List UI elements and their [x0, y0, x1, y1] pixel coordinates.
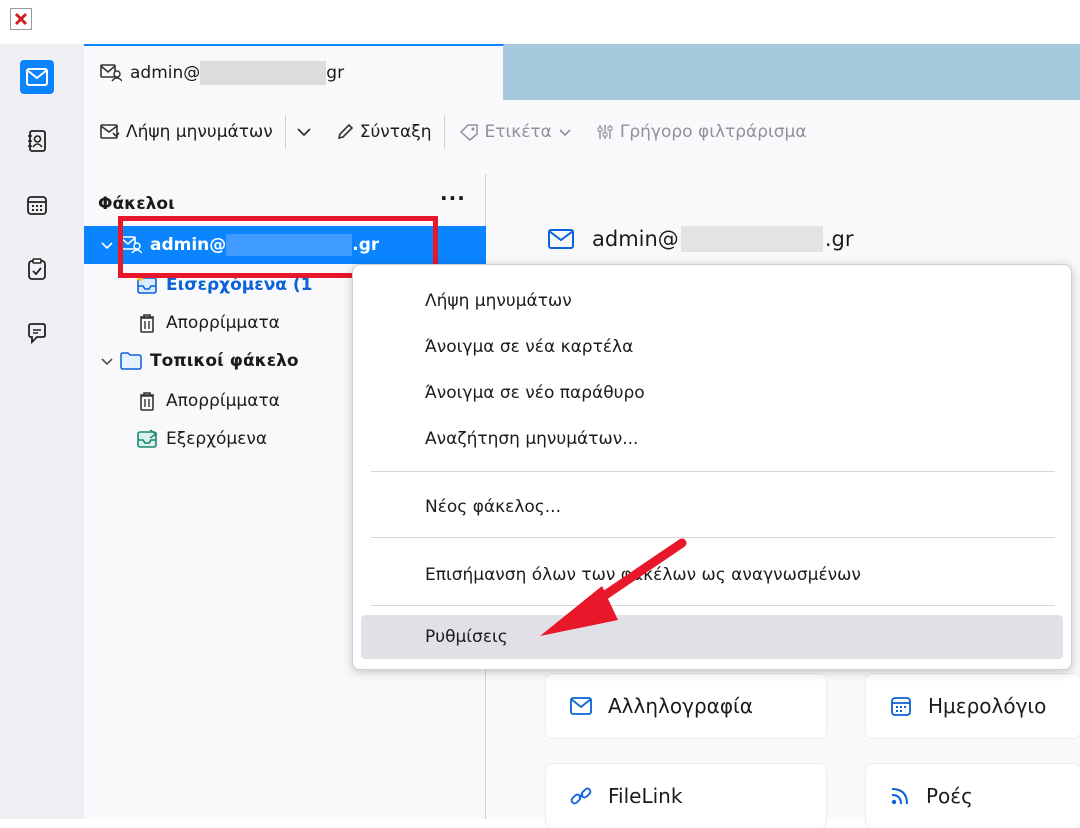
compose-button[interactable]: Σύνταξη — [336, 112, 432, 152]
get-messages-dropdown[interactable] — [296, 112, 312, 152]
mail-icon — [570, 697, 592, 715]
account-central-title: admin@ .gr — [548, 226, 853, 252]
trash-label: Απορρίμματα — [166, 313, 280, 333]
mail-icon — [548, 229, 574, 249]
quick-filter-label: Γρήγορο φιλτράρισμα — [619, 122, 807, 142]
menu-item-mark-all-read[interactable]: Επισήμανση όλων των φακέλων ως αναγνωσμέ… — [361, 555, 1063, 595]
tab-title-suffix: gr — [326, 63, 345, 83]
pencil-icon — [337, 123, 353, 140]
calendar-card[interactable]: Ημερολόγιο — [866, 674, 1080, 738]
mail-icon — [26, 68, 48, 86]
menu-item-open-new-window[interactable]: Άνοιγμα σε νέο παράθυρο — [361, 373, 1063, 413]
tab-strip: admin@ gr — [84, 44, 1080, 100]
spaces-toolbar — [0, 44, 84, 819]
menu-separator — [371, 471, 1055, 472]
filelink-card[interactable]: FileLink — [546, 764, 826, 828]
tab-title-prefix: admin@ — [130, 63, 201, 83]
account-central-title-prefix: admin@ — [592, 227, 679, 251]
tab-title: admin@ gr — [130, 61, 344, 85]
inbox-label: Εισερχόμενα (1 — [166, 275, 313, 295]
calendar-card-label: Ημερολόγιο — [928, 694, 1047, 718]
menu-item-new-folder[interactable]: Νέος φάκελος... — [361, 487, 1063, 527]
rss-icon — [891, 788, 908, 805]
folder-pane-more-button[interactable]: ··· — [440, 186, 466, 210]
filter-icon — [597, 125, 613, 139]
menu-item-open-new-tab[interactable]: Άνοιγμα σε νέα καρτέλα — [361, 327, 1063, 367]
calendar-icon — [891, 697, 911, 716]
account-central-title-suffix: .gr — [824, 227, 854, 251]
calendar-icon — [27, 196, 47, 215]
account-icon — [100, 64, 122, 82]
local-trash-label: Απορρίμματα — [166, 391, 280, 411]
close-icon — [10, 8, 32, 30]
filelink-card-label: FileLink — [608, 784, 683, 808]
compose-label: Σύνταξη — [359, 122, 432, 142]
get-messages-label: Λήψη μηνυμάτων — [126, 122, 273, 142]
outbox-label: Εξερχόμενα — [166, 429, 268, 449]
tab-account[interactable]: admin@ gr — [84, 44, 504, 100]
link-icon — [570, 787, 592, 805]
quick-filter-button[interactable]: Γρήγορο φιλτράρισμα — [596, 112, 807, 152]
tag-label: Ετικέτα — [484, 122, 552, 142]
trash-icon — [136, 390, 158, 412]
outbox-icon — [136, 428, 158, 450]
feeds-card[interactable]: Ροές — [866, 764, 1080, 828]
chevron-down-icon — [297, 128, 311, 137]
redacted-block — [200, 61, 327, 85]
calendar-space-button[interactable] — [20, 188, 54, 222]
mail-space-button[interactable] — [20, 60, 54, 94]
trash-icon — [136, 312, 158, 334]
address-book-space-button[interactable] — [20, 124, 54, 158]
chat-space-button[interactable] — [20, 316, 54, 350]
get-messages-button[interactable]: Λήψη μηνυμάτων — [100, 112, 273, 152]
feeds-card-label: Ροές — [926, 784, 973, 808]
chevron-down-icon — [559, 128, 571, 136]
menu-item-search-messages[interactable]: Αναζήτηση μηνυμάτων... — [361, 419, 1063, 459]
get-mail-icon — [100, 124, 120, 139]
tag-icon — [459, 124, 478, 141]
folder-icon — [120, 350, 142, 372]
folder-pane-header: Φάκελοι — [98, 194, 175, 214]
toolbar-separator — [443, 115, 445, 149]
tag-button[interactable]: Ετικέτα — [459, 112, 572, 152]
menu-item-get-messages[interactable]: Λήψη μηνυμάτων — [361, 281, 1063, 321]
redacted-block — [680, 226, 823, 252]
tasks-icon — [28, 258, 46, 280]
local-folders-label: Τοπικοί φάκελο — [150, 351, 299, 371]
mail-card[interactable]: Αλληλογραφία — [546, 674, 826, 738]
toolbar-separator — [284, 115, 286, 149]
menu-item-settings[interactable]: Ρυθμίσεις — [361, 615, 1063, 659]
menu-separator — [371, 605, 1055, 606]
tasks-space-button[interactable] — [20, 252, 54, 286]
menu-separator — [371, 537, 1055, 538]
chevron-down-icon — [101, 357, 113, 365]
main-toolbar: Λήψη μηνυμάτων Σύνταξη Ετικέτα Γρήγορο φ… — [84, 100, 1080, 164]
chat-icon — [28, 323, 46, 344]
address-book-icon — [28, 130, 46, 152]
chevron-down-icon — [101, 241, 113, 249]
folder-context-menu: Λήψη μηνυμάτων Άνοιγμα σε νέα καρτέλα Άν… — [352, 264, 1072, 670]
mail-card-label: Αλληλογραφία — [608, 694, 753, 718]
